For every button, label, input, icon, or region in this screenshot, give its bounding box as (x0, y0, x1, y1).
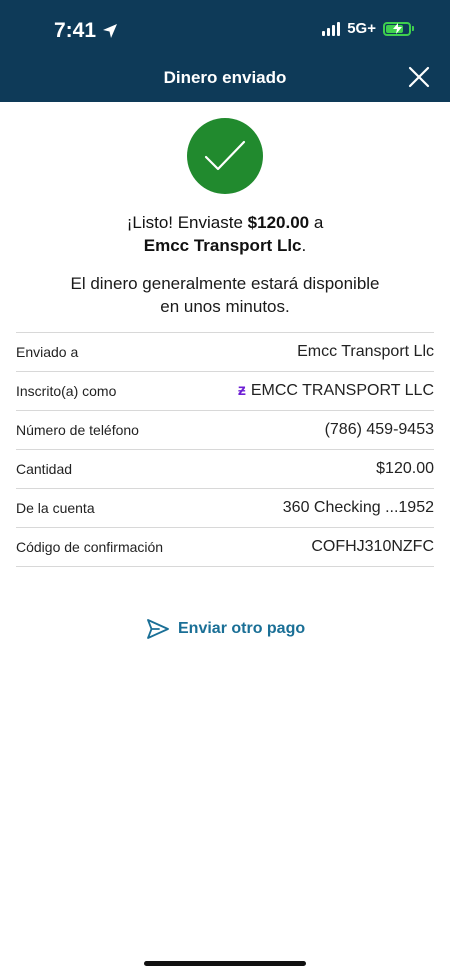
network-label: 5G+ (347, 20, 376, 37)
confirmation-prefix: ¡Listo! Enviaste (126, 213, 248, 232)
detail-row-sent-to: Enviado a Emcc Transport Llc (16, 333, 434, 372)
location-arrow-icon (103, 24, 118, 38)
home-indicator[interactable] (144, 961, 306, 966)
detail-value-wrapper: ƶ EMCC TRANSPORT LLC (238, 382, 434, 400)
close-icon[interactable] (408, 66, 430, 88)
app-header: 7:41 5G+ Dinero enviado (0, 0, 450, 102)
detail-value: EMCC TRANSPORT LLC (250, 382, 434, 399)
confirmation-period: . (301, 236, 307, 255)
status-time-text: 7:41 (54, 19, 97, 42)
zelle-icon: ƶ (237, 382, 246, 399)
status-icons: 5G+ (322, 20, 414, 37)
detail-row-confirmation-code: Código de confirmación COFHJ310NZFC (16, 528, 434, 567)
send-icon (147, 619, 169, 639)
status-time: 7:41 (54, 19, 118, 43)
detail-label: Inscrito(a) como (16, 383, 117, 399)
confirmation-suffix: a (309, 213, 324, 232)
battery-charging-icon (383, 21, 411, 36)
send-another-payment-label: Enviar otro pago (178, 620, 306, 637)
detail-value: 360 Checking ...1952 (282, 499, 434, 516)
detail-row-phone: Número de teléfono (786) 459-9453 (16, 411, 434, 450)
detail-row-account: De la cuenta 360 Checking ...1952 (16, 489, 434, 528)
availability-line2: en unos minutos. (160, 297, 290, 316)
detail-row-amount: Cantidad $120.00 (16, 450, 434, 489)
signal-icon (322, 21, 341, 36)
page-title: Dinero enviado (163, 68, 287, 87)
availability-line1: El dinero generalmente estará disponible (70, 274, 380, 293)
detail-value: $120.00 (376, 460, 434, 477)
detail-value: COFHJ310NZFC (311, 538, 434, 555)
confirmation-message: ¡Listo! Enviaste $120.00 a Emcc Transpor… (0, 211, 450, 257)
detail-label: Número de teléfono (16, 422, 139, 438)
detail-label: Enviado a (16, 344, 79, 360)
success-check-icon (187, 118, 263, 194)
detail-value: (786) 459-9453 (324, 421, 434, 438)
confirmation-recipient: Emcc Transport Llc (143, 236, 302, 255)
detail-label: De la cuenta (16, 500, 95, 516)
send-another-payment-button[interactable]: Enviar otro pago (146, 618, 305, 640)
detail-label: Cantidad (16, 461, 73, 477)
details-list: Enviado a Emcc Transport Llc Inscrito(a)… (16, 332, 434, 567)
detail-value: Emcc Transport Llc (297, 343, 434, 360)
detail-label: Código de confirmación (16, 539, 164, 555)
availability-message: El dinero generalmente estará disponible… (0, 272, 450, 318)
confirmation-amount: $120.00 (247, 213, 310, 232)
detail-row-enrolled-as: Inscrito(a) como ƶ EMCC TRANSPORT LLC (16, 372, 434, 411)
